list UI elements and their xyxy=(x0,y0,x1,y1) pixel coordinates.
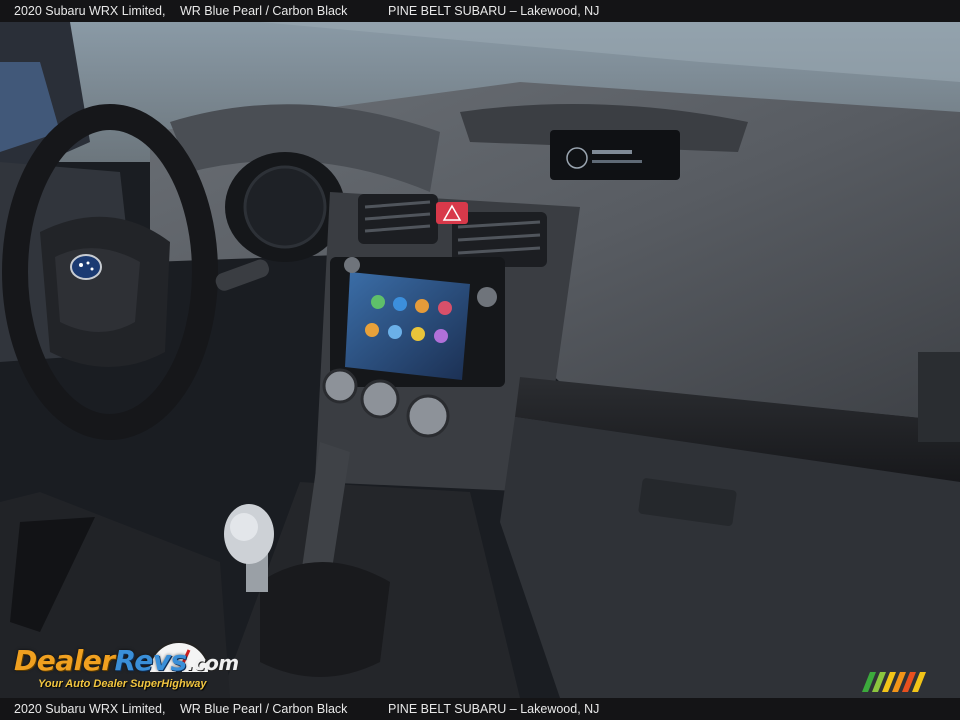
color-stripes-icon xyxy=(862,672,926,692)
steering-wheel xyxy=(2,104,218,440)
car-interior-photo xyxy=(0,22,960,698)
caption-bar-top: 2020 Subaru WRX Limited, WR Blue Pearl /… xyxy=(0,0,960,22)
dealerrevs-logo: DealerRevs.com xyxy=(14,644,239,677)
vehicle-trim: WR Blue Pearl / Carbon Black xyxy=(180,4,348,18)
logo-text-revs: Revs xyxy=(114,644,188,677)
vehicle-trim-bottom: WR Blue Pearl / Carbon Black xyxy=(180,702,348,716)
dealerrevs-watermark: DealerRevs.com Your Auto Dealer SuperHig… xyxy=(12,640,272,696)
dealer-name: PINE BELT SUBARU – Lakewood, NJ xyxy=(388,4,600,18)
caption-bar-bottom: 2020 Subaru WRX Limited, WR Blue Pearl /… xyxy=(0,698,960,720)
gear-shift-knob-icon xyxy=(224,504,274,592)
logo-tagline: Your Auto Dealer SuperHighway xyxy=(38,678,207,690)
vehicle-model-bottom: 2020 Subaru WRX Limited, xyxy=(14,702,166,716)
logo-text-dealer: Dealer xyxy=(14,644,115,677)
subaru-logo-icon xyxy=(70,254,102,280)
logo-text-com: .com xyxy=(186,651,240,675)
vehicle-model: 2020 Subaru WRX Limited, xyxy=(14,4,166,18)
hazard-button-icon xyxy=(436,202,468,224)
dealer-name-bottom: PINE BELT SUBARU – Lakewood, NJ xyxy=(388,702,600,716)
